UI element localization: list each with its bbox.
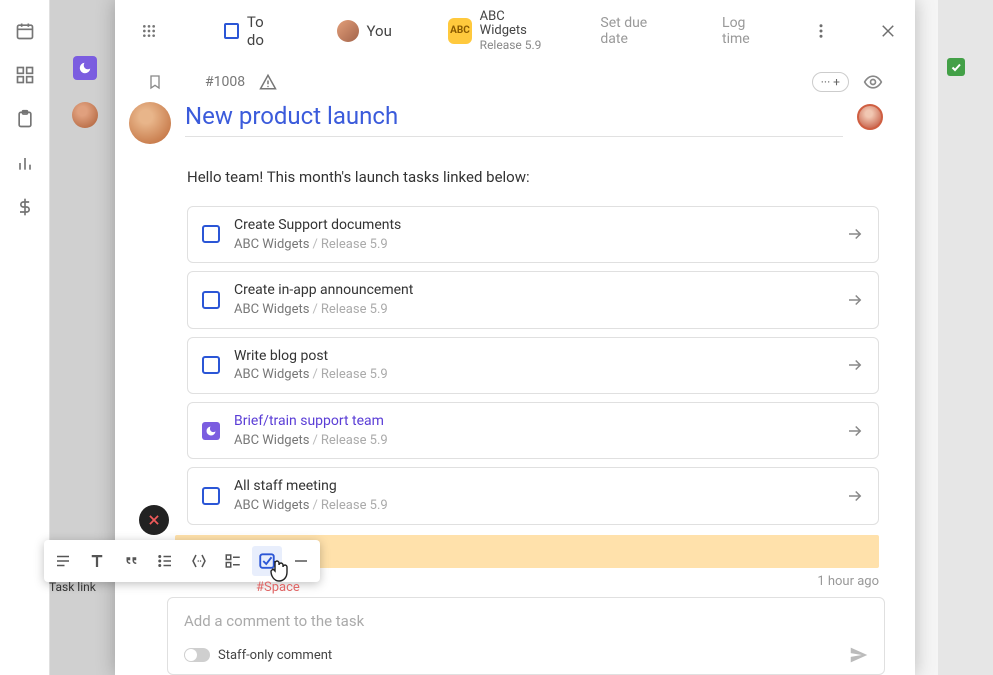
left-sidebar: [0, 0, 50, 675]
list-icon[interactable]: [150, 546, 180, 576]
linked-task-title: Create Support documents: [234, 217, 832, 234]
panel-header: To do You ABC ABC Widgets Release 5.9 Se…: [115, 0, 915, 68]
arrow-right-icon[interactable]: [846, 487, 864, 505]
linked-task-title: Brief/train support team: [234, 413, 832, 430]
project-square-icon[interactable]: [73, 56, 97, 80]
more-icon[interactable]: [812, 22, 830, 40]
task-title[interactable]: New product launch: [185, 102, 843, 130]
linked-task-project: ABC Widgets: [234, 498, 309, 513]
linked-task-project: ABC Widgets: [234, 302, 309, 317]
linked-task-item[interactable]: All staff meeting ABC Widgets/Release 5.…: [187, 467, 879, 524]
checklist-icon[interactable]: [218, 546, 248, 576]
title-row: New product launch: [115, 102, 915, 150]
cancel-insert-button[interactable]: [139, 505, 169, 535]
linked-task-item[interactable]: Brief/train support team ABC Widgets/Rel…: [187, 402, 879, 459]
assignee-avatar-icon: [337, 20, 359, 42]
project-chip[interactable]: ABC ABC Widgets Release 5.9: [448, 10, 547, 52]
linked-task-title: Write blog post: [234, 348, 832, 365]
heading-icon[interactable]: [82, 546, 112, 576]
arrow-right-icon[interactable]: [846, 356, 864, 374]
grid-icon[interactable]: [14, 64, 36, 86]
linked-task-item[interactable]: Create Support documents ABC Widgets/Rel…: [187, 206, 879, 263]
watcher-avatar[interactable]: [857, 104, 883, 130]
linked-task-release: Release 5.9: [321, 498, 388, 513]
linked-tasks-list: Create Support documents ABC Widgets/Rel…: [115, 196, 915, 525]
linked-task-title: All staff meeting: [234, 478, 832, 495]
project-badge-icon: ABC: [448, 18, 471, 44]
linked-task-release: Release 5.9: [321, 367, 388, 382]
close-icon[interactable]: [879, 22, 897, 40]
linked-task-item[interactable]: Write blog post ABC Widgets/Release 5.9: [187, 337, 879, 394]
send-icon[interactable]: [848, 644, 870, 666]
clipboard-icon[interactable]: [14, 108, 36, 130]
comment-input[interactable]: Add a comment to the task: [184, 612, 870, 630]
chart-icon[interactable]: [14, 152, 36, 174]
toolbar-tooltip: Task link: [49, 580, 96, 594]
calendar-icon[interactable]: [14, 20, 36, 42]
comment-box: Add a comment to the task Staff-only com…: [167, 597, 885, 675]
checkbox-icon: [202, 356, 220, 374]
formatting-toolbar: [44, 540, 320, 582]
checkbox-icon: [202, 225, 220, 243]
project-sub: Release 5.9: [480, 39, 548, 52]
staff-only-toggle[interactable]: [184, 648, 210, 662]
linked-task-project: ABC Widgets: [234, 367, 309, 382]
task-link-icon[interactable]: [252, 546, 282, 576]
moon-icon: [202, 422, 220, 440]
set-due-date-button[interactable]: Set due date: [600, 15, 671, 47]
task-description[interactable]: Hello team! This month's launch tasks li…: [115, 150, 915, 196]
arrow-right-icon[interactable]: [846, 422, 864, 440]
linked-task-release: Release 5.9: [321, 302, 388, 317]
tags-pill[interactable]: ··· +: [812, 72, 849, 92]
linked-task-release: Release 5.9: [321, 433, 388, 448]
meta-row: #1008 ··· +: [115, 68, 915, 102]
divider-icon[interactable]: [286, 546, 316, 576]
status-chip[interactable]: To do: [224, 13, 280, 49]
checkbox-icon: [224, 23, 239, 39]
arrow-right-icon[interactable]: [846, 225, 864, 243]
warning-icon[interactable]: [259, 73, 277, 91]
user-avatar-small[interactable]: [72, 102, 98, 128]
log-time-button[interactable]: Log time: [722, 15, 772, 47]
bookmark-icon[interactable]: [147, 73, 163, 91]
arrow-right-icon[interactable]: [846, 291, 864, 309]
project-name: ABC Widgets: [480, 10, 548, 39]
linked-task-item[interactable]: Create in-app announcement ABC Widgets/R…: [187, 271, 879, 328]
checkbox-icon: [202, 291, 220, 309]
quote-icon[interactable]: [116, 546, 146, 576]
linked-task-project: ABC Widgets: [234, 433, 309, 448]
apps-icon[interactable]: [141, 23, 157, 39]
checkbox-icon: [202, 487, 220, 505]
toolbar-shortcut: #Space: [256, 580, 300, 595]
code-icon[interactable]: [184, 546, 214, 576]
author-avatar[interactable]: [129, 102, 171, 144]
dollar-icon[interactable]: [14, 196, 36, 218]
assignee-chip[interactable]: You: [337, 20, 392, 42]
assignee-label: You: [367, 22, 392, 40]
right-background-strip: [938, 0, 993, 675]
paragraph-icon[interactable]: [48, 546, 78, 576]
linked-task-release: Release 5.9: [321, 237, 388, 252]
staff-only-label: Staff-only comment: [218, 648, 332, 663]
visibility-icon[interactable]: [863, 72, 883, 92]
linked-task-project: ABC Widgets: [234, 237, 309, 252]
status-label: To do: [247, 13, 280, 49]
completed-check-icon[interactable]: [947, 58, 965, 76]
task-number: #1008: [205, 74, 245, 90]
linked-task-title: Create in-app announcement: [234, 282, 832, 299]
